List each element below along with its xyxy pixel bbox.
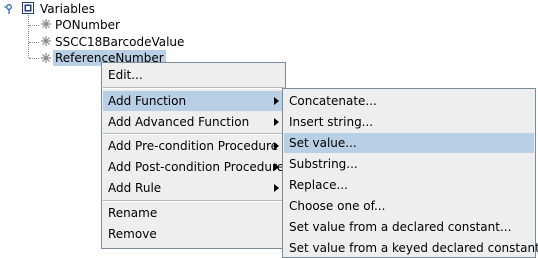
submenu-arrow-icon bbox=[274, 118, 279, 126]
submenu-item-concatenate[interactable]: Concatenate... bbox=[284, 91, 534, 111]
tree-item-label: PONumber bbox=[55, 18, 120, 32]
menu-item-label: Edit... bbox=[108, 68, 143, 82]
tree-expander-icon[interactable] bbox=[4, 4, 14, 14]
menu-item-label: Set value from a declared constant... bbox=[289, 220, 512, 234]
submenu-arrow-icon bbox=[274, 97, 279, 105]
tree-root-label: Variables bbox=[40, 2, 95, 16]
menu-item-add-advanced-function[interactable]: Add Advanced Function bbox=[103, 112, 284, 132]
submenu-item-set-value-from-keyed-declared-constant[interactable]: Set value from a keyed declared constant… bbox=[284, 238, 538, 258]
context-menu: Edit... Add Function Add Advanced Functi… bbox=[101, 62, 286, 249]
submenu-item-choose-one-of[interactable]: Choose one of... bbox=[284, 196, 534, 216]
variable-icon bbox=[41, 36, 51, 46]
menu-item-label: Add Advanced Function bbox=[108, 115, 250, 129]
menu-item-label: Choose one of... bbox=[289, 199, 386, 213]
tree-root-variables[interactable]: Variables bbox=[38, 1, 97, 17]
submenu-arrow-icon bbox=[274, 184, 279, 192]
menu-item-label: Rename bbox=[108, 206, 158, 220]
add-function-submenu: Concatenate... Insert string... Set valu… bbox=[282, 88, 538, 258]
menu-item-add-post-condition-procedure[interactable]: Add Post-condition Procedure bbox=[103, 157, 284, 177]
menu-item-label: Add Function bbox=[108, 94, 187, 108]
submenu-item-replace[interactable]: Replace... bbox=[284, 175, 534, 195]
tree-connector bbox=[29, 58, 39, 59]
menu-separator bbox=[103, 88, 284, 89]
menu-item-label: Add Pre-condition Procedure bbox=[108, 139, 279, 153]
menu-item-edit[interactable]: Edit... bbox=[103, 65, 284, 85]
tree-connector bbox=[29, 42, 39, 43]
tree-item-sscc18barcodevalue[interactable]: SSCC18BarcodeValue bbox=[53, 34, 186, 50]
tree-item-ponumber[interactable]: PONumber bbox=[53, 17, 122, 33]
menu-item-label: Remove bbox=[108, 227, 157, 241]
menu-item-label: Set value... bbox=[289, 136, 357, 150]
menu-item-add-function[interactable]: Add Function bbox=[103, 91, 284, 111]
submenu-item-set-value[interactable]: Set value... bbox=[284, 133, 534, 153]
menu-item-add-pre-condition-procedure[interactable]: Add Pre-condition Procedure bbox=[103, 136, 284, 156]
menu-item-add-rule[interactable]: Add Rule bbox=[103, 178, 284, 198]
menu-item-remove[interactable]: Remove bbox=[103, 224, 284, 244]
menu-item-label: Replace... bbox=[289, 178, 348, 192]
menu-item-label: Insert string... bbox=[289, 115, 374, 129]
menu-separator bbox=[103, 201, 284, 202]
submenu-item-set-value-from-declared-constant[interactable]: Set value from a declared constant... bbox=[284, 217, 534, 237]
submenu-arrow-icon bbox=[274, 163, 279, 171]
variable-icon bbox=[41, 53, 51, 63]
submenu-item-substring[interactable]: Substring... bbox=[284, 154, 534, 174]
variable-icon bbox=[41, 19, 51, 29]
tree-connector bbox=[28, 15, 29, 58]
menu-item-label: Set value from a keyed declared constant… bbox=[289, 241, 538, 255]
variables-icon bbox=[22, 2, 34, 14]
menu-item-label: Concatenate... bbox=[289, 94, 377, 108]
tree-item-label: SSCC18BarcodeValue bbox=[55, 35, 185, 49]
menu-item-label: Add Post-condition Procedure bbox=[108, 160, 285, 174]
menu-item-label: Add Rule bbox=[108, 181, 162, 195]
submenu-item-insert-string[interactable]: Insert string... bbox=[284, 112, 534, 132]
submenu-arrow-icon bbox=[274, 142, 279, 150]
menu-item-label: Substring... bbox=[289, 157, 358, 171]
menu-separator bbox=[103, 134, 284, 135]
tree-connector bbox=[29, 25, 39, 26]
menu-item-rename[interactable]: Rename bbox=[103, 203, 284, 223]
